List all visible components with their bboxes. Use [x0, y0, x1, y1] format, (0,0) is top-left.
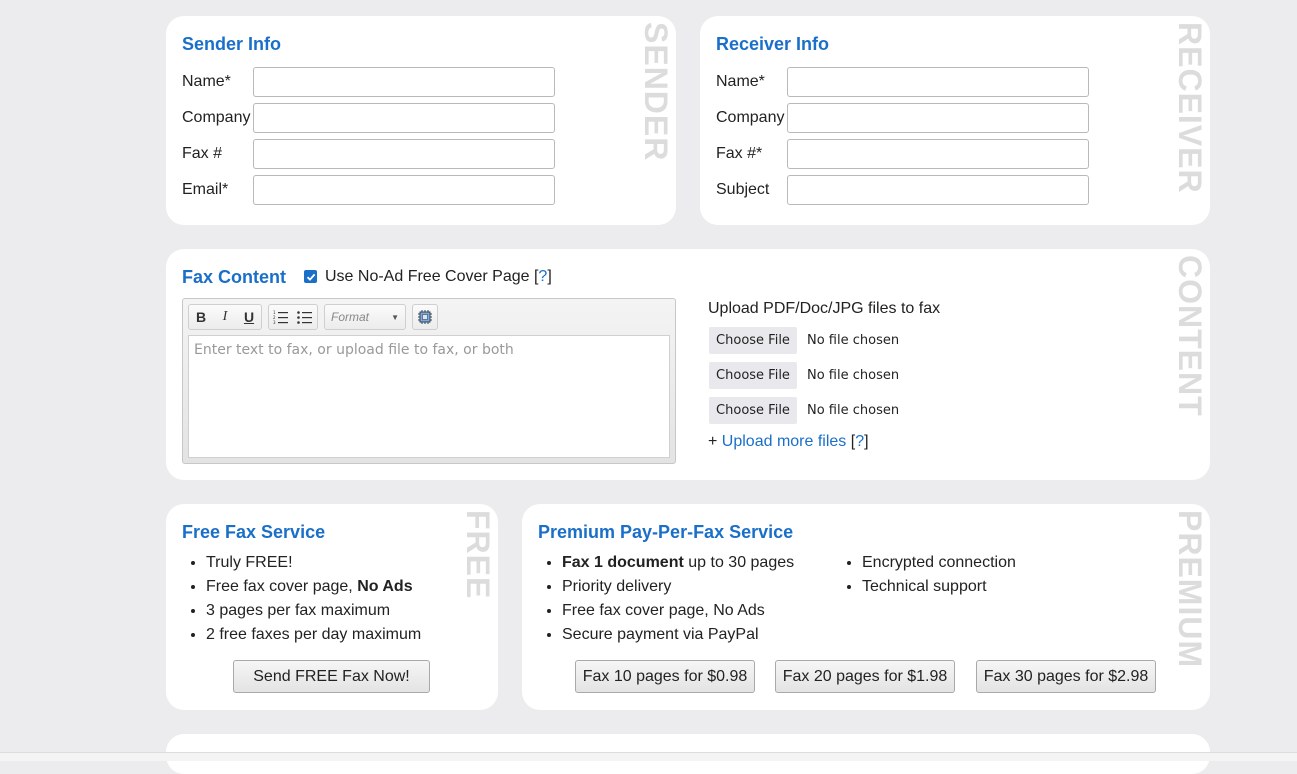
receiver-fax-label: Fax #* [716, 145, 763, 162]
cover-page-help-link[interactable]: ? [538, 268, 547, 285]
receiver-info-card: Receiver Info RECEIVER Name* Company Fax… [700, 16, 1210, 225]
list-item: Truly FREE! [206, 551, 421, 575]
choose-file-button-1[interactable]: Choose File [709, 327, 797, 354]
cover-page-label: Use No-Ad Free Cover Page [?] [325, 268, 552, 285]
list-item: Technical support [862, 575, 1016, 599]
choose-file-button-3[interactable]: Choose File [709, 397, 797, 424]
chip-icon [418, 310, 432, 324]
source-view-button[interactable] [413, 305, 437, 329]
list-item: Free fax cover page, No Ads [562, 599, 794, 623]
free-watermark: FREE [460, 510, 496, 600]
sender-name-input[interactable] [253, 67, 555, 97]
svg-text:3: 3 [273, 320, 276, 324]
list-item: Fax 1 document up to 30 pages [562, 551, 794, 575]
sender-fax-label: Fax # [182, 145, 223, 162]
receiver-name-label: Name* [716, 73, 765, 90]
fax-content-card: Fax Content CONTENT Use No-Ad Free Cover… [166, 249, 1210, 480]
sender-name-label: Name* [182, 73, 231, 90]
bullet-list-button[interactable] [293, 305, 317, 329]
sender-info-title: Sender Info [182, 34, 282, 54]
file-status-3: No file chosen [807, 403, 900, 418]
receiver-name-input[interactable] [787, 67, 1089, 97]
receiver-fax-input[interactable] [787, 139, 1089, 169]
receiver-subject-input[interactable] [787, 175, 1089, 205]
list-item: Priority delivery [562, 575, 794, 599]
list-item: Encrypted connection [862, 551, 1016, 575]
numbered-list-button[interactable]: 1 2 3 [269, 305, 293, 329]
premium-features-list-left: Fax 1 document up to 30 pages Priority d… [538, 551, 794, 647]
fax-20-pages-button[interactable]: Fax 20 pages for $1.98 [775, 660, 955, 693]
bullet-list-icon [297, 311, 312, 324]
italic-button[interactable]: I [213, 305, 237, 329]
upload-label: Upload PDF/Doc/JPG files to fax [708, 300, 941, 317]
fax-content-title: Fax Content [182, 267, 287, 287]
caret-down-icon: ▼ [391, 312, 399, 322]
text-style-group: B I U [188, 304, 262, 330]
premium-fax-title: Premium Pay-Per-Fax Service [538, 522, 794, 542]
receiver-company-label: Company [716, 109, 785, 126]
list-item: 3 pages per fax maximum [206, 599, 421, 623]
list-group: 1 2 3 [268, 304, 318, 330]
fax-10-pages-button[interactable]: Fax 10 pages for $0.98 [575, 660, 755, 693]
editor-toolbar: B I U 1 2 3 Format ▼ [188, 304, 438, 330]
list-item: Secure payment via PayPal [562, 623, 794, 647]
list-item: 2 free faxes per day maximum [206, 623, 421, 647]
file-status-1: No file chosen [807, 333, 900, 348]
premium-features-list-right: Encrypted connection Technical support [838, 551, 1016, 599]
cover-page-checkbox[interactable] [304, 270, 317, 283]
upload-more-row: + Upload more files [?] [708, 433, 869, 450]
list-item: Free fax cover page, No Ads [206, 575, 421, 599]
numbered-list-icon: 1 2 3 [273, 310, 288, 324]
choose-file-button-2[interactable]: Choose File [709, 362, 797, 389]
free-features-list: Truly FREE! Free fax cover page, No Ads … [182, 551, 421, 647]
upload-more-files-link[interactable]: Upload more files [722, 433, 847, 450]
content-watermark: CONTENT [1172, 255, 1208, 417]
send-free-fax-button[interactable]: Send FREE Fax Now! [233, 660, 430, 693]
receiver-company-input[interactable] [787, 103, 1089, 133]
source-group [412, 304, 438, 330]
sender-fax-input[interactable] [253, 139, 555, 169]
receiver-subject-label: Subject [716, 181, 770, 198]
format-dropdown[interactable]: Format ▼ [324, 304, 406, 330]
fax-text-editor[interactable]: Enter text to fax, or upload file to fax… [188, 335, 670, 458]
underline-button[interactable]: U [237, 305, 261, 329]
free-fax-card: Free Fax Service FREE Truly FREE! Free f… [166, 504, 498, 710]
upload-more-help-link[interactable]: ? [855, 433, 864, 450]
rich-text-editor: B I U 1 2 3 Format ▼ Enter text to fax, … [182, 298, 676, 464]
free-fax-title: Free Fax Service [182, 522, 326, 542]
sender-watermark: SENDER [638, 22, 674, 162]
premium-watermark: PREMIUM [1172, 510, 1208, 669]
sender-company-input[interactable] [253, 103, 555, 133]
sender-info-card: Sender Info SENDER Name* Company Fax # E… [166, 16, 676, 225]
file-status-2: No file chosen [807, 368, 900, 383]
sender-company-label: Company [182, 109, 251, 126]
format-placeholder: Format [331, 310, 370, 324]
bottom-scrollbar[interactable] [0, 752, 1297, 761]
receiver-info-title: Receiver Info [716, 34, 830, 54]
sender-email-label: Email* [182, 181, 229, 198]
premium-fax-card: Premium Pay-Per-Fax Service PREMIUM Fax … [522, 504, 1210, 710]
receiver-watermark: RECEIVER [1172, 22, 1208, 194]
fax-30-pages-button[interactable]: Fax 30 pages for $2.98 [976, 660, 1156, 693]
check-icon [306, 273, 315, 281]
bold-button[interactable]: B [189, 305, 213, 329]
sender-email-input[interactable] [253, 175, 555, 205]
